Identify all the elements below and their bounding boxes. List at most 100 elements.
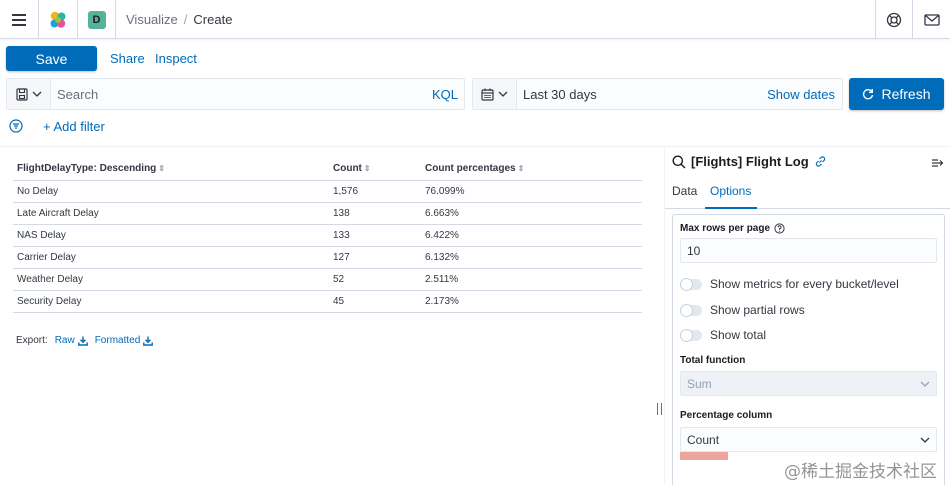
mail-icon (923, 13, 940, 26)
cell-delay-type[interactable]: Carrier Delay (13, 246, 329, 269)
total-function-select: Sum (680, 371, 937, 396)
editor-sidebar: [Flights] Flight Log Data Options Max ro… (664, 147, 950, 485)
cell-percentage: 76.099% (421, 180, 642, 203)
elastic-logo-icon[interactable] (39, 0, 78, 39)
cell-count: 138 (329, 202, 421, 225)
toggle-switch[interactable] (680, 303, 702, 317)
column-header-count-percentages[interactable]: Count percentages ⇕ (421, 158, 642, 181)
chevron-down-icon (32, 91, 41, 97)
refresh-icon (863, 89, 874, 100)
collapse-icon (932, 159, 944, 167)
collapse-sidebar-button[interactable] (931, 156, 944, 171)
chevron-down-icon (498, 91, 508, 97)
table-row: Security Delay 45 2.173% (13, 290, 642, 313)
table-row: Weather Delay 52 2.511% (13, 268, 642, 291)
cell-count: 1,576 (329, 180, 421, 203)
cell-delay-type[interactable]: NAS Delay (13, 224, 329, 247)
query-bar: Search KQL (6, 78, 465, 110)
cell-count: 45 (329, 290, 421, 313)
toggle-switch[interactable] (680, 277, 702, 291)
cell-delay-type[interactable]: Security Delay (13, 290, 329, 313)
refresh-label: Refresh (881, 86, 931, 102)
sort-icon: ⇕ (158, 164, 165, 174)
download-icon (77, 336, 88, 346)
download-icon (143, 336, 154, 346)
table-row: Late Aircraft Delay 138 6.663% (13, 202, 642, 225)
breadcrumb-visualize[interactable]: Visualize (126, 12, 178, 27)
percentage-column-label: Percentage column (680, 410, 773, 421)
active-tab-indicator (705, 207, 757, 209)
watermark-graphic (680, 452, 728, 460)
data-table: FlightDelayType: Descending ⇕ Count ⇕ Coun… (13, 158, 642, 313)
space-selector[interactable]: D (78, 0, 116, 39)
toggle-show-total[interactable]: Show total (680, 328, 766, 342)
calendar-icon (481, 88, 494, 101)
max-rows-label: Max rows per page (680, 223, 785, 234)
filter-icon (9, 119, 23, 133)
cell-delay-type[interactable]: Late Aircraft Delay (13, 202, 329, 225)
column-header-count[interactable]: Count ⇕ (329, 158, 421, 181)
tab-data[interactable]: Data (672, 184, 697, 198)
table-row: Carrier Delay 127 6.132% (13, 246, 642, 269)
breadcrumb-create: Create (193, 12, 233, 27)
toggle-show-metrics[interactable]: Show metrics for every bucket/level (680, 277, 899, 291)
filter-options-button[interactable] (9, 119, 23, 136)
newsfeed-button[interactable] (912, 0, 950, 39)
help-button[interactable] (875, 0, 912, 39)
cell-count: 127 (329, 246, 421, 269)
date-picker: Last 30 days Show dates (472, 78, 843, 110)
refresh-button[interactable]: Refresh (849, 78, 944, 110)
cell-delay-type[interactable]: No Delay (13, 180, 329, 203)
saved-search-title: [Flights] Flight Log (691, 154, 809, 169)
chevron-down-icon (920, 381, 930, 387)
save-disk-icon (15, 87, 28, 101)
sidebar-title: [Flights] Flight Log (672, 154, 827, 169)
inspect-link[interactable]: Inspect (155, 51, 197, 66)
add-filter-button[interactable]: + Add filter (43, 119, 105, 134)
quick-select-button[interactable] (473, 79, 517, 109)
table-row: No Delay 1,576 76.099% (13, 180, 642, 203)
sort-icon: ⇕ (517, 164, 525, 174)
export-label: Export: (16, 335, 48, 346)
saved-query-button[interactable] (7, 79, 51, 109)
save-button[interactable]: Save (6, 46, 97, 71)
cell-count: 133 (329, 224, 421, 247)
query-language-button[interactable]: KQL (432, 87, 458, 102)
cell-percentage: 2.173% (421, 290, 642, 313)
total-function-label: Total function (680, 355, 746, 366)
resize-handle[interactable] (657, 403, 662, 415)
search-input[interactable]: Search (57, 87, 98, 102)
watermark-text: @稀土掘金技术社区 (784, 462, 937, 482)
percentage-column-select[interactable]: Count (680, 427, 937, 452)
question-icon[interactable] (774, 223, 785, 234)
options-panel: Max rows per page 10 Show metrics for ev… (672, 214, 945, 485)
menu-icon[interactable] (0, 0, 39, 39)
chevron-down-icon (920, 437, 930, 443)
show-dates-link[interactable]: Show dates (767, 87, 835, 102)
toggle-switch[interactable] (680, 328, 702, 342)
space-avatar: D (87, 10, 106, 29)
table-header-row: FlightDelayType: Descending ⇕ Count ⇕ Coun… (13, 158, 642, 181)
export-bar: Export: Raw Formatted (16, 335, 154, 346)
export-raw-link[interactable]: Raw (55, 335, 88, 346)
search-icon (672, 155, 686, 168)
column-header-delay-type[interactable]: FlightDelayType: Descending ⇕ (13, 158, 329, 181)
cell-percentage: 6.422% (421, 224, 642, 247)
cell-percentage: 2.511% (421, 268, 642, 291)
cell-percentage: 6.132% (421, 246, 642, 269)
toggle-show-partial-rows[interactable]: Show partial rows (680, 303, 805, 317)
breadcrumb: Visualize / Create (126, 12, 232, 27)
tab-options[interactable]: Options (710, 184, 751, 198)
link-icon[interactable] (814, 155, 827, 168)
cell-percentage: 6.663% (421, 202, 642, 225)
max-rows-input[interactable]: 10 (680, 238, 937, 263)
sort-icon: ⇕ (363, 164, 371, 174)
cell-delay-type[interactable]: Weather Delay (13, 268, 329, 291)
export-formatted-link[interactable]: Formatted (95, 335, 154, 346)
share-link[interactable]: Share (110, 51, 145, 66)
date-range-text[interactable]: Last 30 days (523, 87, 597, 102)
help-icon (886, 12, 902, 27)
global-header: D Visualize / Create (0, 0, 950, 39)
cell-count: 52 (329, 268, 421, 291)
table-row: NAS Delay 133 6.422% (13, 224, 642, 247)
